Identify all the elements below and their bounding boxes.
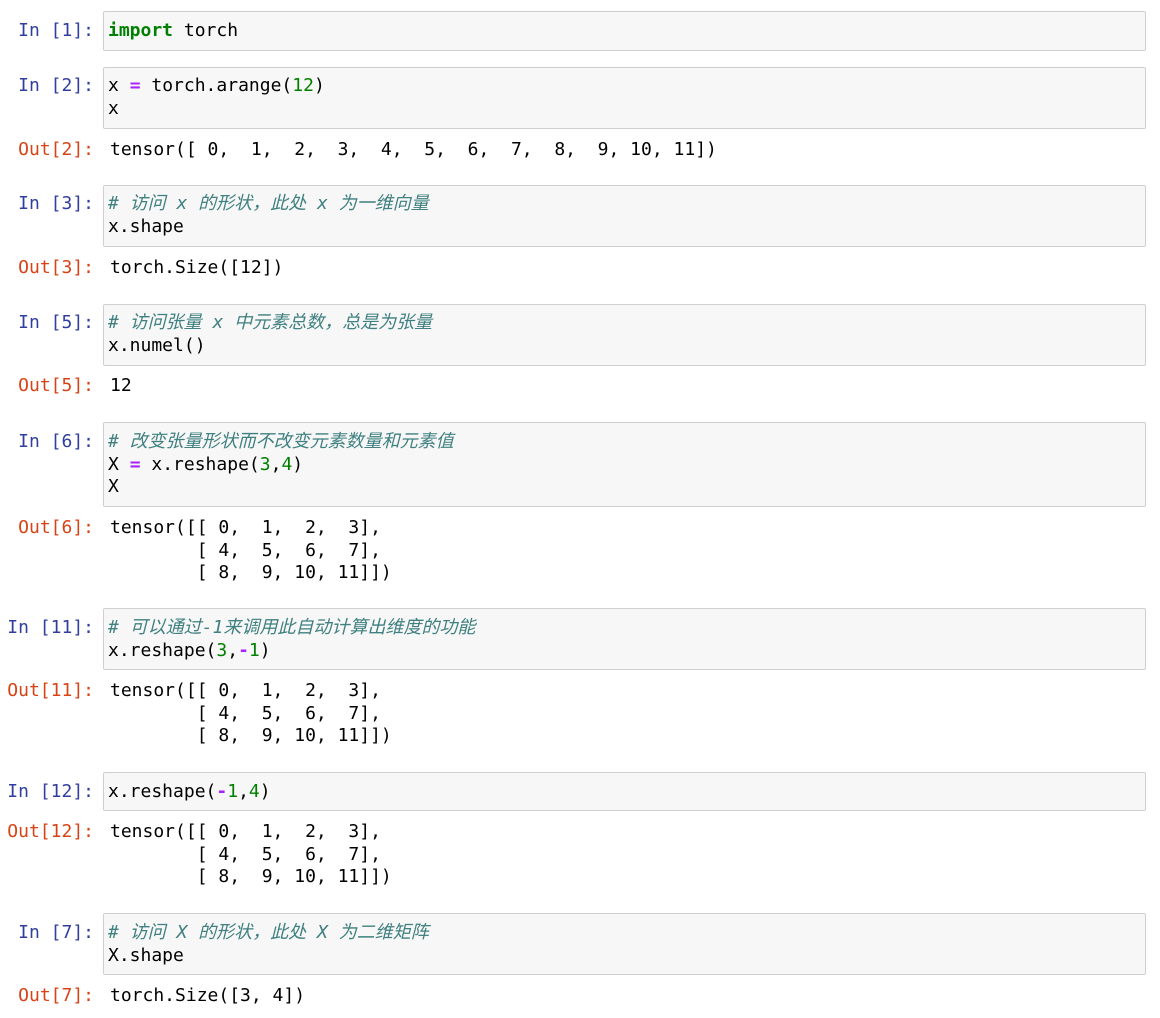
output-prompt: Out[11]: xyxy=(7,680,94,701)
code-number: 1 xyxy=(248,640,260,661)
code-operator: - xyxy=(238,640,249,661)
code-line: x.reshape(-1,4) xyxy=(108,780,271,803)
output-prompt: Out[3]: xyxy=(18,257,94,278)
input-prompt: In [6]: xyxy=(18,431,94,452)
code-token: X.shape xyxy=(108,945,184,966)
input-prompt: In [5]: xyxy=(18,312,94,333)
input-prompt: In [2]: xyxy=(18,75,94,96)
code-token: , xyxy=(227,640,239,661)
output-prompt: Out[7]: xyxy=(18,985,94,1006)
code-token: X xyxy=(108,476,119,497)
code-operator: = xyxy=(129,454,141,475)
input-prompt: In [11]: xyxy=(7,617,94,638)
code-operator: = xyxy=(129,75,141,96)
code-comment: # 访问 x 的形状，此处 x 为一维向量 xyxy=(108,193,429,214)
code-token: torch.arange( xyxy=(140,75,293,96)
code-number: 4 xyxy=(248,781,260,802)
code-number: 3 xyxy=(216,640,228,661)
output-prompt: Out[2]: xyxy=(18,139,94,160)
code-operator: - xyxy=(216,781,228,802)
code-token: ) xyxy=(292,454,304,475)
code-line: # 访问 x 的形状，此处 x 为一维向量 xyxy=(108,192,429,215)
output-prompt: Out[5]: xyxy=(18,375,94,396)
code-token: ) xyxy=(259,640,271,661)
output-prompt: Out[6]: xyxy=(18,517,94,538)
code-token: x.shape xyxy=(108,216,184,237)
output-text: tensor([[ 0, 1, 2, 3], xyxy=(110,821,381,842)
code-token: , xyxy=(270,454,282,475)
code-token: x.numel() xyxy=(108,335,206,356)
output-text: tensor([[ 0, 1, 2, 3], xyxy=(110,680,381,701)
code-line: X = x.reshape(3,4) xyxy=(108,453,303,476)
code-line: # 访问 X 的形状，此处 X 为二维矩阵 xyxy=(108,921,429,944)
code-line: x = torch.arange(12) xyxy=(108,74,325,97)
code-line: # 访问张量 x 中元素总数，总是为张量 xyxy=(108,311,432,334)
code-token: , xyxy=(238,781,249,802)
code-token: ) xyxy=(259,781,271,802)
code-number: 3 xyxy=(259,454,271,475)
code-comment: # 改变张量形状而不改变元素数量和元素值 xyxy=(108,431,454,452)
input-prompt: In [1]: xyxy=(18,20,94,41)
code-line: X.shape xyxy=(108,944,184,967)
code-number: 4 xyxy=(281,454,293,475)
code-comment: # 访问张量 x 中元素总数，总是为张量 xyxy=(108,312,433,333)
code-line: # 可以通过-1来调用此自动计算出维度的功能 xyxy=(108,616,475,639)
code-line: X xyxy=(108,475,119,498)
code-token: x.reshape( xyxy=(108,640,217,661)
code-line: x.numel() xyxy=(108,334,206,357)
code-token: x xyxy=(108,98,119,119)
code-line: # 改变张量形状而不改变元素数量和元素值 xyxy=(108,430,454,453)
output-text: [ 4, 5, 6, 7], xyxy=(110,703,381,724)
code-line: import torch xyxy=(108,19,238,42)
input-prompt: In [3]: xyxy=(18,193,94,214)
code-number: 12 xyxy=(292,75,314,96)
output-text: tensor([ 0, 1, 2, 3, 4, 5, 6, 7, 8, 9, 1… xyxy=(110,139,717,160)
code-token: x.reshape( xyxy=(108,781,217,802)
code-input-area[interactable] xyxy=(103,11,1146,51)
output-text: tensor([[ 0, 1, 2, 3], xyxy=(110,517,381,538)
code-token: x xyxy=(108,75,130,96)
output-text: torch.Size([3, 4]) xyxy=(110,985,306,1006)
code-line: x.shape xyxy=(108,215,184,238)
code-token: x.reshape( xyxy=(140,454,260,475)
code-line: x xyxy=(108,97,119,120)
output-text: torch.Size([12]) xyxy=(110,257,284,278)
code-token: ) xyxy=(313,75,325,96)
input-prompt: In [12]: xyxy=(7,781,94,802)
code-line: x.reshape(3,-1) xyxy=(108,639,271,662)
code-token: X xyxy=(108,454,130,475)
output-text: [ 8, 9, 10, 11]]) xyxy=(110,562,392,583)
code-number: 1 xyxy=(227,781,239,802)
code-comment: # 访问 X 的形状，此处 X 为二维矩阵 xyxy=(108,922,429,943)
output-text: 12 xyxy=(110,375,132,396)
code-token: torch xyxy=(173,20,239,41)
output-text: [ 8, 9, 10, 11]]) xyxy=(110,725,392,746)
input-prompt: In [7]: xyxy=(18,922,94,943)
output-text: [ 8, 9, 10, 11]]) xyxy=(110,866,392,887)
code-comment: # 可以通过-1来调用此自动计算出维度的功能 xyxy=(108,617,476,638)
code-keyword: import xyxy=(108,20,174,41)
output-text: [ 4, 5, 6, 7], xyxy=(110,844,381,865)
output-text: [ 4, 5, 6, 7], xyxy=(110,540,381,561)
output-prompt: Out[12]: xyxy=(7,821,94,842)
notebook: In [1]: import torch In [2]: x = torch.aran… xyxy=(0,0,1160,1018)
